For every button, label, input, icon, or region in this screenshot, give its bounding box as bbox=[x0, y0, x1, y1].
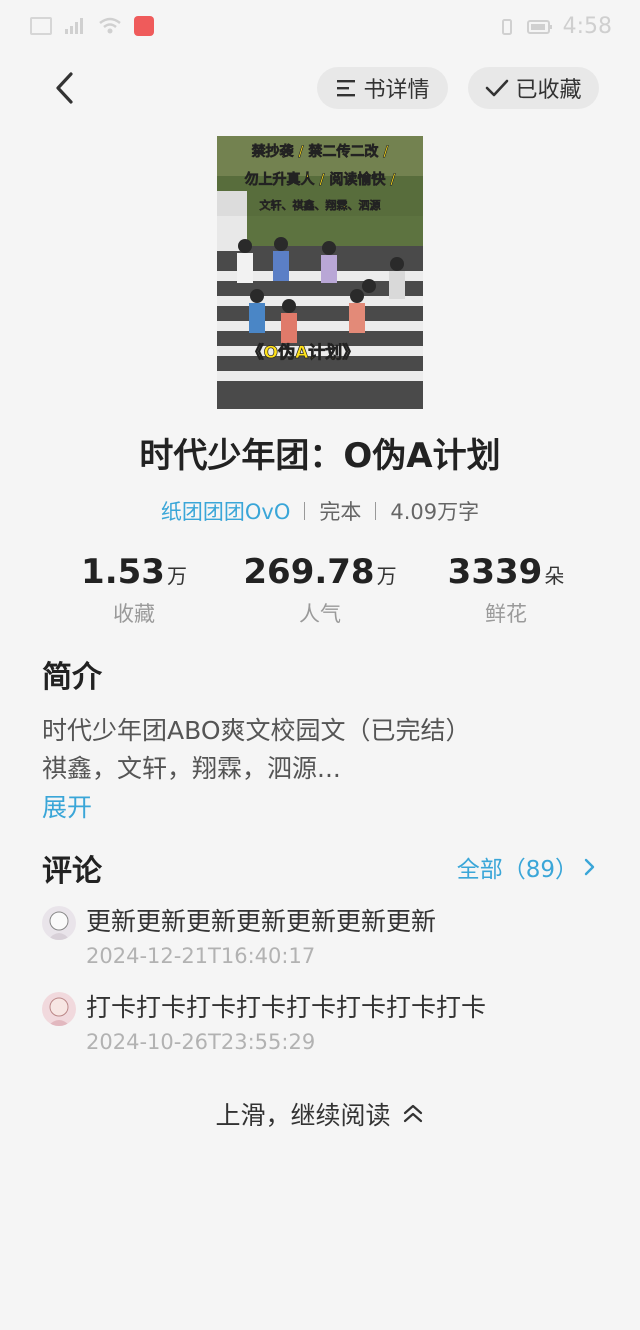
divider bbox=[375, 502, 377, 520]
comments-heading: 评论 bbox=[42, 854, 102, 889]
stat-value: 3339 bbox=[447, 552, 543, 592]
status-bar: 4:58 bbox=[0, 0, 640, 56]
all-comments-link[interactable]: 全部（89） bbox=[457, 850, 596, 884]
expand-button[interactable]: 展开 bbox=[42, 788, 92, 824]
stat-favorites: 1.53 万 收藏 bbox=[34, 552, 234, 628]
battery-icon bbox=[526, 19, 552, 34]
avatar-image bbox=[42, 906, 76, 940]
book-meta: 纸团团团OvO 完本 4.09万字 bbox=[0, 496, 640, 526]
intro-line-1: 时代少年团ABO爽文校园文（已完结） bbox=[42, 716, 471, 745]
signal-icon bbox=[65, 18, 83, 34]
chevron-left-icon bbox=[56, 72, 73, 104]
comment-item[interactable]: 打卡打卡打卡打卡打卡打卡打卡打卡 2024-10-26T23:55:29 bbox=[42, 992, 602, 1062]
avatar-image bbox=[42, 992, 76, 1026]
chevron-right-icon bbox=[584, 858, 595, 876]
continue-reading-label: 上滑，继续阅读 bbox=[215, 1101, 391, 1130]
stat-label: 收藏 bbox=[113, 602, 155, 626]
cover-line-2: 勿上升真人 / 阅读愉快 / bbox=[244, 171, 397, 188]
favorited-button[interactable]: 已收藏 bbox=[468, 67, 599, 109]
app-notification-icon bbox=[134, 16, 154, 36]
cover-title: 《O伪A计划》 bbox=[247, 342, 360, 363]
continue-reading[interactable]: 上滑，继续阅读 bbox=[0, 1096, 640, 1132]
stat-popularity: 269.78 万 人气 bbox=[220, 552, 420, 628]
check-icon bbox=[486, 79, 509, 97]
intro-text: 时代少年团ABO爽文校园文（已完结） 祺鑫，文轩，翔霖，泗源... bbox=[42, 712, 602, 788]
stat-value: 1.53 bbox=[81, 552, 165, 592]
avatar[interactable] bbox=[42, 992, 76, 1026]
book-details-button[interactable]: 书详情 bbox=[317, 67, 448, 109]
stat-unit: 万 bbox=[376, 564, 397, 588]
stat-label: 人气 bbox=[299, 602, 341, 626]
stat-unit: 朵 bbox=[544, 564, 565, 588]
stat-label: 鲜花 bbox=[485, 602, 527, 626]
stat-value: 269.78 bbox=[243, 552, 375, 592]
stat-unit: 万 bbox=[166, 564, 187, 588]
vibrate-icon bbox=[501, 18, 512, 35]
favorited-label: 已收藏 bbox=[515, 78, 582, 103]
book-status: 完本 bbox=[319, 500, 362, 524]
sim-card-icon bbox=[30, 17, 52, 35]
comment-text: 更新更新更新更新更新更新更新 bbox=[86, 907, 437, 936]
cover-line-1: 禁抄袭 / 禁二传二改 / bbox=[252, 143, 390, 160]
double-chevron-up-icon bbox=[403, 1104, 422, 1123]
comment-text: 打卡打卡打卡打卡打卡打卡打卡打卡 bbox=[86, 993, 487, 1022]
word-count: 4.09万字 bbox=[390, 500, 480, 524]
divider bbox=[304, 502, 306, 520]
intro-line-2: 祺鑫，文轩，翔霖，泗源... bbox=[42, 754, 341, 783]
cover-line-3: 文轩、祺鑫、翔霖、泗源 bbox=[260, 198, 381, 212]
comment-item[interactable]: 更新更新更新更新更新更新更新 2024-12-21T16:40:17 bbox=[42, 906, 602, 976]
status-time: 4:58 bbox=[562, 14, 612, 39]
avatar[interactable] bbox=[42, 906, 76, 940]
wifi-icon bbox=[99, 17, 121, 34]
book-cover-image: 禁抄袭 / 禁二传二改 / 勿上升真人 / 阅读愉快 / 文轩、祺鑫、翔霖、泗源… bbox=[217, 136, 423, 409]
stats-row: 1.53 万 收藏 269.78 万 人气 3339 朵 鲜花 bbox=[0, 552, 640, 632]
comment-time: 2024-10-26T23:55:29 bbox=[86, 1030, 316, 1054]
comment-time: 2024-12-21T16:40:17 bbox=[86, 944, 316, 968]
stat-flowers: 3339 朵 鲜花 bbox=[406, 552, 606, 628]
book-cover[interactable]: 禁抄袭 / 禁二传二改 / 勿上升真人 / 阅读愉快 / 文轩、祺鑫、翔霖、泗源… bbox=[217, 136, 423, 409]
book-details-label: 书详情 bbox=[363, 78, 430, 103]
all-comments-label: 全部（89） bbox=[456, 857, 578, 883]
author-link[interactable]: 纸团团团OvO bbox=[161, 496, 291, 526]
back-button[interactable] bbox=[44, 66, 84, 110]
book-title: 时代少年团：O伪A计划 bbox=[139, 436, 501, 476]
list-icon bbox=[337, 80, 356, 97]
intro-heading: 简介 bbox=[42, 660, 102, 695]
